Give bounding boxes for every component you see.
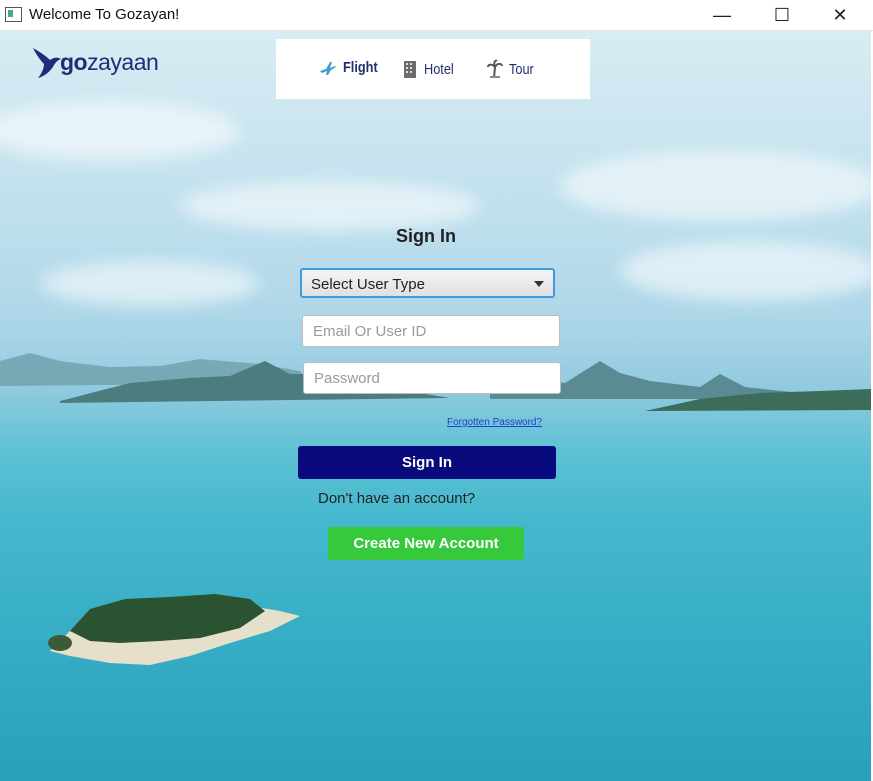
signin-button[interactable]: Sign In <box>298 446 556 479</box>
gozayaan-logo: gozayaan <box>32 42 159 82</box>
bird-logo-icon <box>33 48 61 78</box>
nav-card: Flight Hotel Tour <box>276 39 590 99</box>
password-field[interactable] <box>303 362 561 394</box>
background-scene <box>0 31 871 781</box>
forgot-password-link[interactable]: Forgotten Password? <box>447 417 542 428</box>
nav-flight-label: Flight <box>343 59 378 76</box>
logo-text: gozayaan <box>60 48 159 75</box>
nav-flight[interactable]: Flight <box>319 59 384 76</box>
app-icon <box>5 7 22 22</box>
nav-tour[interactable]: Tour <box>487 59 538 79</box>
chevron-down-icon <box>534 281 544 287</box>
user-type-value: Select User Type <box>311 276 425 293</box>
plane-icon <box>320 61 336 75</box>
nav-hotel-label: Hotel <box>424 60 454 78</box>
no-account-text: Don't have an account? <box>318 490 476 507</box>
window-titlebar: Welcome To Gozayan! — ☐ ✕ <box>0 0 873 31</box>
nav-hotel[interactable]: Hotel <box>402 59 459 79</box>
scenery-svg <box>0 353 871 665</box>
maximize-button[interactable]: ☐ <box>753 0 811 30</box>
palm-tree-icon <box>487 59 503 79</box>
close-button[interactable]: ✕ <box>811 0 869 30</box>
nav-tour-label: Tour <box>509 60 534 78</box>
user-type-select[interactable]: Select User Type <box>300 268 555 298</box>
signin-title: Sign In <box>396 226 456 246</box>
create-account-button[interactable]: Create New Account <box>328 527 524 560</box>
window-title: Welcome To Gozayan! <box>29 6 180 23</box>
email-field[interactable] <box>302 315 560 347</box>
building-icon <box>404 61 416 78</box>
minimize-button[interactable]: — <box>693 0 751 30</box>
